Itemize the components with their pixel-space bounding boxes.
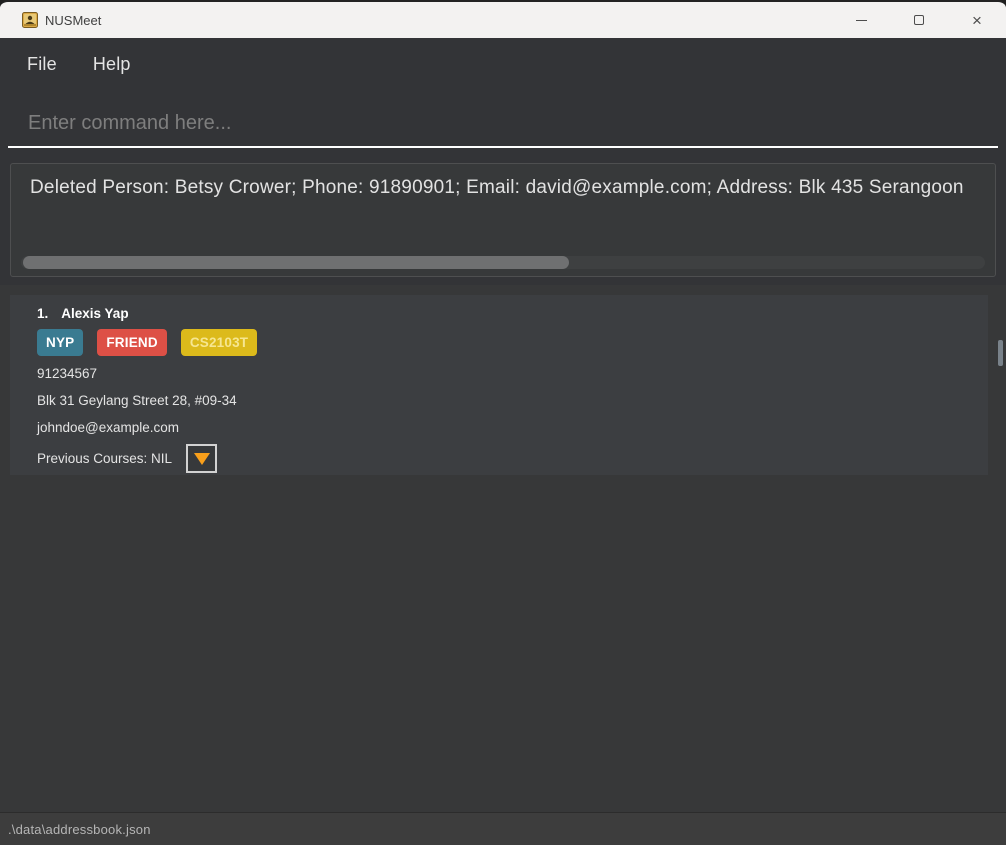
previous-courses-label: Previous Courses: NIL <box>37 450 173 466</box>
command-box-area <box>0 90 1006 163</box>
command-box-underline <box>8 100 998 148</box>
person-name: Alexis Yap <box>61 306 129 321</box>
previous-courses-row: Previous Courses: NIL <box>37 444 988 473</box>
tag-friend: FRIEND <box>97 329 167 356</box>
menu-file[interactable]: File <box>17 48 67 81</box>
save-location-path: .\data\addressbook.json <box>8 821 151 837</box>
result-horizontal-scrollbar-thumb[interactable] <box>23 256 569 269</box>
result-horizontal-scrollbar-track[interactable] <box>21 256 985 269</box>
maximize-button[interactable] <box>890 2 948 38</box>
expand-courses-button[interactable] <box>186 444 218 473</box>
minimize-button[interactable] <box>832 2 890 38</box>
close-icon: × <box>972 10 982 30</box>
tag-nyp: NYP <box>37 329 84 356</box>
menu-help[interactable]: Help <box>83 48 141 81</box>
window-controls: × <box>832 2 1006 38</box>
person-list-panel: 1. Alexis Yap NYP FRIEND CS2103T 9123456… <box>0 285 1006 812</box>
person-name-row: 1. Alexis Yap <box>37 306 988 321</box>
person-list-vertical-scrollbar-thumb[interactable] <box>998 340 1003 366</box>
result-display-area: Deleted Person: Betsy Crower; Phone: 918… <box>0 163 1006 285</box>
person-email: johndoe@example.com <box>37 420 180 435</box>
result-display-panel[interactable]: Deleted Person: Betsy Crower; Phone: 918… <box>10 163 996 277</box>
chevron-down-icon <box>193 452 210 465</box>
address-book-app-icon <box>22 12 38 28</box>
titlebar: NUSMeet × <box>0 2 1006 38</box>
person-address: Blk 31 Geylang Street 28, #09-34 <box>37 393 237 408</box>
person-index: 1. <box>37 306 49 321</box>
command-input[interactable] <box>8 100 998 146</box>
person-card[interactable]: 1. Alexis Yap NYP FRIEND CS2103T 9123456… <box>10 295 988 475</box>
status-bar: .\data\addressbook.json <box>0 812 1006 845</box>
result-display-text: Deleted Person: Betsy Crower; Phone: 918… <box>30 177 964 198</box>
maximize-icon <box>914 15 924 25</box>
app-window: NUSMeet × File Help Deleted Person: Bets… <box>0 0 1006 845</box>
person-phone: 91234567 <box>37 366 98 381</box>
minimize-icon <box>855 19 867 21</box>
menubar: File Help <box>0 38 1006 90</box>
close-button[interactable]: × <box>948 2 1006 38</box>
person-tags: NYP FRIEND CS2103T <box>37 329 988 356</box>
window-title: NUSMeet <box>45 12 102 28</box>
tag-cs2103t: CS2103T <box>180 329 258 356</box>
